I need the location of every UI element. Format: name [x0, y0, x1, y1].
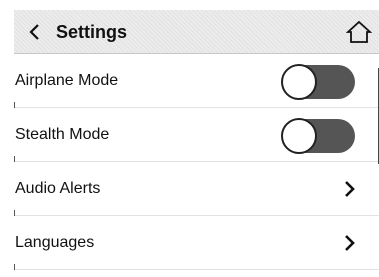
languages-label: Languages [15, 234, 95, 251]
row-divider-tick [14, 264, 15, 270]
audio-alerts-label: Audio Alerts [15, 180, 101, 197]
stealth-mode-label: Stealth Mode [15, 126, 110, 143]
back-button[interactable] [22, 19, 48, 45]
settings-row-stealth-mode[interactable]: Stealth Mode [14, 108, 379, 162]
home-button[interactable] [344, 18, 374, 46]
settings-list: Airplane Mode Stealth Mode Audio Alerts … [14, 54, 379, 270]
chevron-left-icon [29, 24, 39, 40]
stealth-mode-toggle[interactable] [281, 118, 355, 154]
header-bar: Settings [14, 10, 379, 54]
chevron-right-icon [345, 235, 355, 251]
settings-row-audio-alerts[interactable]: Audio Alerts [14, 162, 379, 216]
home-icon [346, 20, 372, 43]
page-title: Settings [56, 22, 128, 42]
toggle-knob [281, 64, 317, 100]
settings-screen: Settings Airplane Mode Stealth Mode Audi… [14, 10, 379, 277]
airplane-mode-toggle[interactable] [281, 64, 355, 100]
settings-row-airplane-mode[interactable]: Airplane Mode [14, 54, 379, 108]
toggle-knob [281, 118, 317, 154]
chevron-right-icon [345, 181, 355, 197]
airplane-mode-label: Airplane Mode [15, 72, 119, 89]
settings-row-languages[interactable]: Languages [14, 216, 379, 270]
